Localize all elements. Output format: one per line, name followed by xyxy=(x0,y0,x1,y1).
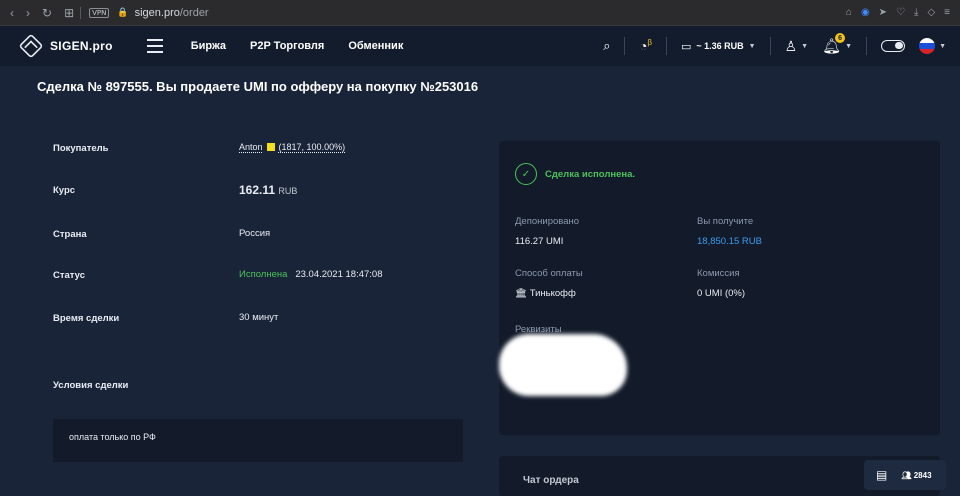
separator xyxy=(665,37,667,55)
conditions-box: оплата только по РФ xyxy=(53,419,463,462)
rate-unit: RUB xyxy=(278,186,298,196)
logo-text: SIGEN.pro xyxy=(50,39,113,53)
conditions-text: оплата только по РФ xyxy=(69,432,156,442)
separator xyxy=(624,37,626,55)
user-icon: ♙ xyxy=(784,37,798,54)
users-icon: 👥︎ xyxy=(901,470,912,480)
menu-item-swap[interactable]: Обменник xyxy=(348,40,403,52)
deal-summary-card: ✓ Сделка исполнена. Депонировано 116.27 … xyxy=(499,141,940,435)
chat-widget-button[interactable]: ▤ 👥︎ 2843 xyxy=(864,460,946,490)
hamburger-icon[interactable] xyxy=(146,39,163,53)
send-icon[interactable]: ➤ xyxy=(879,7,887,18)
lock-icon: 🔒 xyxy=(117,7,129,17)
separator xyxy=(80,6,82,19)
buyer-label: Покупатель xyxy=(53,143,109,154)
buyer-name: Anton xyxy=(239,142,263,152)
logo[interactable]: SIGEN.pro xyxy=(0,33,113,59)
vpn-badge[interactable]: VPN xyxy=(89,7,110,18)
heart-icon[interactable]: ♡ xyxy=(896,7,905,18)
menu-item-exchange[interactable]: Биржа xyxy=(191,40,226,52)
conditions-label: Условия сделки xyxy=(53,380,129,391)
menu-icon[interactable]: ≡ xyxy=(944,7,950,18)
reload-icon[interactable]: ↻ xyxy=(42,6,52,20)
grid-icon[interactable]: ⊞ xyxy=(64,6,74,20)
browser-toolbar: ‹ › ↻ ⊞ VPN 🔒 sigen.pro/order ⌂ ◉ ➤ ♡ ⤓ … xyxy=(0,0,960,26)
payment-method-value: 🏛︎ Тинькофф xyxy=(515,288,576,299)
chat-icon: ▤ xyxy=(876,468,888,482)
chevron-down-icon: ▼ xyxy=(801,42,809,50)
deal-time-value: 30 минут xyxy=(239,312,279,323)
status-label: Статус xyxy=(53,270,86,281)
browser-nav: ‹ › ↻ ⊞ xyxy=(0,6,74,20)
payment-method-name: Тинькофф xyxy=(529,288,576,299)
online-count: 👥︎ 2843 xyxy=(901,471,931,480)
receive-label: Вы получите xyxy=(697,216,754,227)
notifications-dropdown[interactable]: 🔔︎ 6 ▼ xyxy=(822,33,853,55)
buyer-stats: (1817, 100.00%) xyxy=(278,142,346,152)
back-icon[interactable]: ‹ xyxy=(10,6,14,20)
user-dropdown[interactable]: ♙ ▼ xyxy=(785,38,809,55)
url-path: /order xyxy=(179,6,209,19)
separator xyxy=(866,37,868,55)
commission-label: Комиссия xyxy=(697,268,740,279)
forward-icon[interactable]: › xyxy=(26,6,30,20)
chevron-down-icon: ▼ xyxy=(845,42,853,50)
wallet-dropdown[interactable]: ▭ ~ 1.36 RUB ▼ xyxy=(681,40,756,53)
order-chat-title: Чат ордера xyxy=(523,475,579,486)
url-host: sigen.pro xyxy=(134,6,180,19)
page-title: Сделка № 897555. Вы продаете UMI по оффе… xyxy=(37,79,479,94)
deposited-label: Депонировано xyxy=(515,216,580,227)
chevron-down-icon: ▼ xyxy=(939,42,946,50)
payment-method-label: Способ оплаты xyxy=(515,268,583,279)
russia-flag-icon xyxy=(919,38,936,54)
header-actions: ⌕ ◔β ▭ ~ 1.36 RUB ▼ ♙ ▼ 🔔︎ 6 ▼ ▼ xyxy=(603,33,960,55)
bank-icon[interactable]: ⌂ xyxy=(846,7,852,18)
buyer-link[interactable]: Anton (1817, 100.00%) xyxy=(239,142,345,152)
bank-icon: 🏛︎ xyxy=(515,288,528,299)
bell-icon: 🔔︎ 6 xyxy=(822,33,846,55)
browser-extensions: ⌂ ◉ ➤ ♡ ⤓ ◇ ≡ xyxy=(846,7,960,18)
deal-status-text: Сделка исполнена. xyxy=(545,168,636,180)
wallet-icon: ▭ xyxy=(680,40,692,53)
site-header: SIGEN.pro Биржа P2P Торговля Обменник ⌕ … xyxy=(0,26,960,66)
buyer-status-icon xyxy=(266,143,275,151)
rate-number: 162.11 xyxy=(239,183,276,197)
beta-label: β xyxy=(647,38,652,48)
status-value-group: Исполнена 23.04.2021 18:47:08 xyxy=(239,269,383,280)
shield-icon[interactable]: ◉ xyxy=(861,7,870,18)
receive-value: 18,850.15 RUB xyxy=(697,236,762,247)
deal-status: ✓ Сделка исполнена. xyxy=(515,163,635,185)
language-dropdown[interactable]: ▼ xyxy=(919,38,946,54)
chevron-down-icon: ▼ xyxy=(748,42,756,50)
rate-label: Курс xyxy=(53,185,76,196)
theme-toggle[interactable] xyxy=(881,40,906,52)
deposited-value: 116.27 UMI xyxy=(515,236,564,247)
box-icon[interactable]: ◇ xyxy=(927,7,935,18)
menu-item-p2p[interactable]: P2P Торговля xyxy=(250,40,324,52)
logo-mark-icon xyxy=(18,33,44,59)
online-count-value: 2843 xyxy=(913,470,932,480)
download-icon[interactable]: ⤓ xyxy=(914,7,918,18)
country-label: Страна xyxy=(53,229,87,240)
chart-beta-button[interactable]: ◔β xyxy=(639,38,651,53)
address-bar[interactable]: sigen.pro/order xyxy=(135,7,209,19)
status-value: Исполнена xyxy=(239,269,288,280)
status-time: 23.04.2021 18:47:08 xyxy=(295,269,383,280)
check-badge-icon: ✓ xyxy=(515,163,537,185)
deal-time-label: Время сделки xyxy=(53,313,120,324)
notification-badge: 6 xyxy=(835,33,846,43)
main-menu: Биржа P2P Торговля Обменник xyxy=(191,40,404,52)
commission-value: 0 UMI (0%) xyxy=(697,288,746,299)
wallet-balance: ~ 1.36 RUB xyxy=(696,41,744,51)
redaction-blob xyxy=(499,334,627,396)
rate-value: 162.11 RUB xyxy=(239,183,297,197)
search-icon[interactable]: ⌕ xyxy=(603,38,610,54)
separator xyxy=(769,37,771,55)
country-value: Россия xyxy=(239,228,271,239)
